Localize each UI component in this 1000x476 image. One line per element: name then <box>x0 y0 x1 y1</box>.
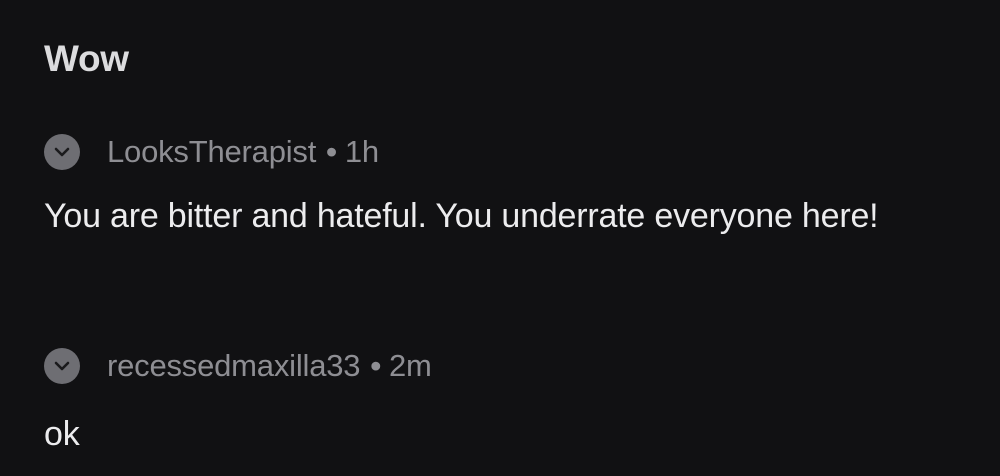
comment-timestamp: 2m <box>389 348 432 383</box>
collapse-comment-button[interactable] <box>44 134 80 170</box>
comment-timestamp: 1h <box>344 134 379 169</box>
meta-separator: • <box>370 348 381 383</box>
comment-body: You are bitter and hateful. You underrat… <box>44 197 879 235</box>
meta-separator: • <box>326 134 337 169</box>
comment-meta: LooksTherapist • 1h <box>107 134 379 170</box>
collapse-comment-button[interactable] <box>44 348 80 384</box>
comment-body: ok <box>44 415 80 453</box>
comment: LooksTherapist • 1h You are bitter and hat… <box>44 132 960 239</box>
comment-username[interactable]: recessedmaxilla33 <box>107 348 361 383</box>
comment: recessedmaxilla33 • 2m ok <box>44 346 960 457</box>
comment-header: LooksTherapist • 1h <box>44 132 960 172</box>
post-title: Wow <box>44 38 129 79</box>
comment-header: recessedmaxilla33 • 2m <box>44 346 960 386</box>
comment-username[interactable]: LooksTherapist <box>107 134 316 169</box>
chevron-down-icon <box>54 361 70 371</box>
chevron-down-icon <box>54 147 70 157</box>
comment-meta: recessedmaxilla33 • 2m <box>107 348 432 384</box>
